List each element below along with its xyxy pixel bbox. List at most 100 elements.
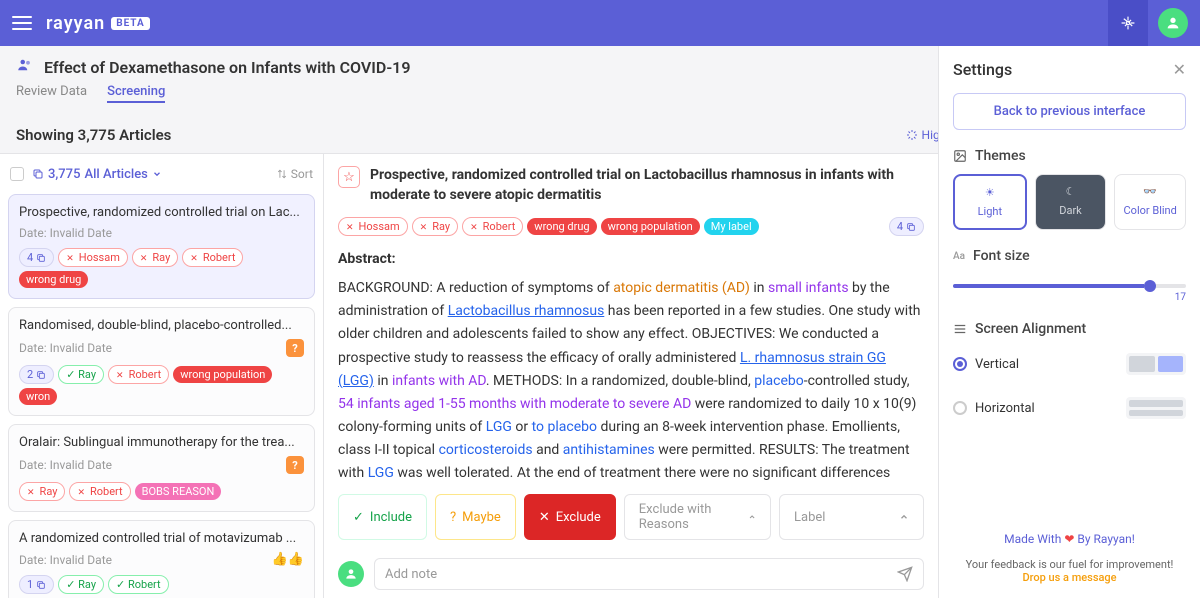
detail-title: Prospective, randomized controlled trial…	[370, 166, 924, 205]
article-detail-pane: ☆ Prospective, randomized controlled tri…	[324, 154, 938, 598]
article-count-link[interactable]: 3,775 All Articles	[32, 167, 162, 182]
topbar: rayyan BETA	[0, 0, 1200, 46]
slider-thumb[interactable]	[1144, 280, 1156, 292]
article-card[interactable]: Prospective, randomized controlled trial…	[8, 194, 315, 299]
tag[interactable]: Robert	[108, 365, 169, 384]
article-date: Date: Invalid Date	[19, 458, 112, 472]
tag[interactable]: wrong drug	[19, 271, 88, 288]
star-button[interactable]: ☆	[338, 166, 360, 188]
highlights-icon	[906, 129, 918, 141]
chevron-up-icon	[748, 512, 756, 522]
tag[interactable]: BOBS REASON	[135, 483, 222, 500]
note-avatar	[338, 561, 364, 587]
radio-vertical[interactable]	[953, 357, 967, 371]
settings-panel: Settings ✕ Back to previous interface Th…	[938, 46, 1200, 598]
article-card[interactable]: A randomized controlled trial of motaviz…	[8, 520, 315, 598]
tag[interactable]: Ray	[19, 482, 65, 501]
tag[interactable]: My label	[704, 218, 759, 235]
themes-label: Themes	[953, 148, 1186, 164]
moon-icon: ☾	[1066, 185, 1076, 198]
article-title: Randomised, double-blind, placebo-contro…	[19, 318, 304, 333]
tab-screening[interactable]: Screening	[107, 84, 165, 103]
select-all-checkbox[interactable]	[10, 167, 24, 181]
label-button[interactable]: Label	[779, 494, 924, 540]
tag[interactable]: ✓ Robert	[108, 575, 169, 594]
article-title: Prospective, randomized controlled trial…	[19, 205, 304, 220]
tag[interactable]: Hossam	[58, 248, 128, 267]
exclude-reasons-button[interactable]: Exclude with Reasons	[624, 494, 771, 540]
tag[interactable]: wron	[19, 388, 57, 405]
tag[interactable]: Ray	[132, 248, 178, 267]
font-label: Aa Font size	[953, 248, 1186, 264]
article-title: Oralair: Sublingual immunotherapy for th…	[19, 435, 304, 450]
close-icon[interactable]: ✕	[1173, 60, 1186, 79]
tag[interactable]: wrong population	[601, 218, 700, 235]
tag[interactable]: Robert	[462, 217, 523, 236]
article-date: Date: Invalid Date	[19, 226, 112, 240]
settings-title: Settings	[953, 60, 1012, 79]
maybe-button[interactable]: ? Maybe	[435, 494, 516, 540]
copy-icon	[32, 168, 44, 180]
copy-count: 2	[19, 365, 54, 384]
theme-light[interactable]: ☀Light	[953, 174, 1027, 230]
logo: rayyan BETA	[46, 13, 150, 34]
tag[interactable]: ✓ Ray	[58, 365, 104, 384]
image-icon	[953, 149, 967, 163]
settings-button[interactable]	[1108, 0, 1148, 46]
preview-horizontal	[1126, 397, 1186, 419]
feedback-text: Your feedback is our fuel for improvemen…	[953, 558, 1186, 584]
article-card[interactable]: Randomised, double-blind, placebo-contro…	[8, 307, 315, 416]
warn-badge: ?	[286, 339, 304, 357]
font-slider[interactable]	[953, 284, 1186, 288]
align-icon	[953, 322, 967, 336]
user-avatar[interactable]	[1158, 8, 1188, 38]
beta-badge: BETA	[111, 17, 150, 30]
preview-vertical	[1126, 353, 1186, 375]
sun-icon: ☀	[985, 186, 995, 199]
tag[interactable]: Robert	[69, 482, 130, 501]
sort-button[interactable]: Sort	[277, 167, 313, 181]
people-icon	[16, 56, 34, 78]
include-button[interactable]: ✓ Include	[338, 494, 427, 540]
radio-horizontal[interactable]	[953, 401, 967, 415]
menu-icon[interactable]	[12, 16, 32, 30]
font-icon: Aa	[953, 251, 965, 262]
detail-badge-count: 4	[889, 217, 924, 236]
warn-badge: ?	[286, 456, 304, 474]
tag[interactable]: Hossam	[338, 217, 408, 236]
copy-count: 1	[19, 575, 54, 594]
sort-icon	[277, 169, 287, 179]
tag[interactable]: Ray	[412, 217, 458, 236]
chevron-down-icon	[152, 169, 162, 179]
theme-dark[interactable]: ☾Dark	[1035, 174, 1107, 230]
send-icon[interactable]	[897, 566, 913, 582]
align-horizontal[interactable]: Horizontal	[953, 391, 1186, 425]
article-list-pane: 3,775 All Articles Sort Prospective, ran…	[0, 154, 324, 598]
heart-icon: ❤	[1064, 532, 1074, 546]
align-label: Screen Alignment	[953, 321, 1186, 337]
review-title: Effect of Dexamethasone on Infants with …	[44, 58, 410, 77]
tab-review-data[interactable]: Review Data	[16, 84, 87, 103]
glasses-icon: 👓	[1143, 185, 1157, 198]
made-with: Made With ❤ By Rayyan!	[953, 532, 1186, 546]
actions-row: ✓ Include ? Maybe ✕ Exclude Exclude with…	[324, 484, 938, 550]
note-input[interactable]: Add note	[374, 558, 924, 590]
theme-colorblind[interactable]: 👓Color Blind	[1114, 174, 1186, 230]
back-button[interactable]: Back to previous interface	[953, 93, 1186, 130]
article-date: Date: Invalid Date	[19, 341, 112, 355]
article-title: A randomized controlled trial of motaviz…	[19, 531, 304, 546]
tag[interactable]: ✓ Ray	[58, 575, 104, 594]
showing-count: Showing 3,775 Articles	[16, 126, 171, 144]
article-date: Date: Invalid Date	[19, 553, 112, 567]
tag[interactable]: Robert	[182, 248, 243, 267]
align-vertical[interactable]: Vertical	[953, 347, 1186, 381]
feedback-link[interactable]: Drop us a message	[953, 571, 1186, 584]
exclude-button[interactable]: ✕ Exclude	[524, 494, 616, 540]
article-card[interactable]: Oralair: Sublingual immunotherapy for th…	[8, 424, 315, 512]
abstract: Abstract: BACKGROUND: A reduction of sym…	[324, 236, 938, 484]
thumbs-icon: 👍👍	[272, 552, 304, 567]
tag[interactable]: wrong population	[173, 366, 272, 383]
chevron-up-icon	[899, 512, 909, 522]
copy-count: 4	[19, 248, 54, 267]
tag[interactable]: wrong drug	[527, 218, 596, 235]
